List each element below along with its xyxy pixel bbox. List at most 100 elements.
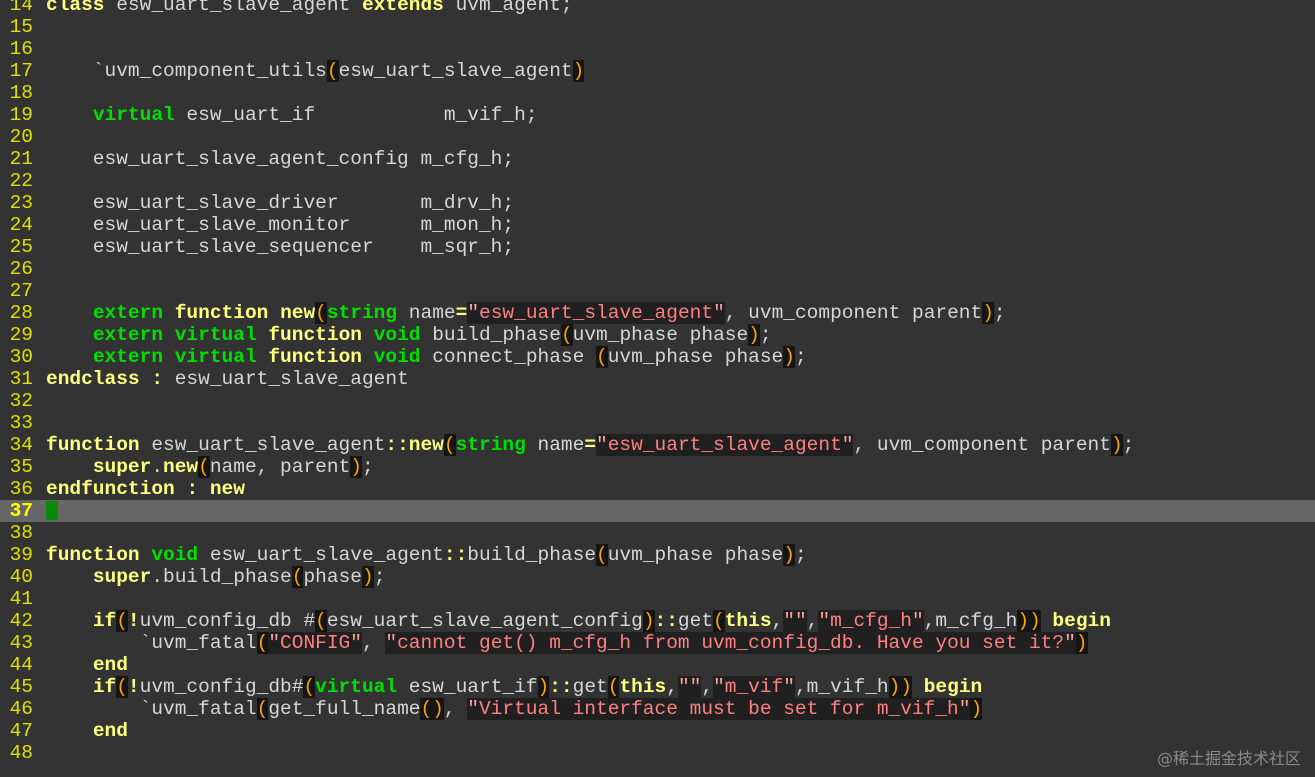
paren: )) [888, 676, 913, 698]
code-line[interactable]: 22 [0, 170, 1315, 192]
code-text: esw_uart_slave_agent_config [326, 610, 643, 632]
code-text: `uvm_fatal [46, 698, 257, 720]
code-line[interactable]: 14 class esw_uart_slave_agent extends uvm… [0, 0, 1315, 16]
code-line[interactable]: 29 extern virtual function void build_ph… [0, 324, 1315, 346]
code-line[interactable]: 40 super.build_phase(phase); [0, 566, 1315, 588]
code-text: uvm_config_db# [139, 676, 304, 698]
keyword: this [724, 610, 772, 632]
paren: ) [572, 60, 585, 82]
code-text: name [525, 434, 585, 456]
code-text: ; [794, 544, 807, 566]
code-line[interactable]: 17 `uvm_component_utils(esw_uart_slave_a… [0, 60, 1315, 82]
keyword: string [455, 434, 526, 456]
text-cursor [46, 501, 58, 521]
quote: " [596, 434, 608, 456]
line-number: 38 [9, 522, 33, 544]
keyword: virtual [174, 346, 257, 368]
code-line[interactable]: 44 end [0, 654, 1315, 676]
code-line[interactable]: 36 endfunction : new [0, 478, 1315, 500]
keyword: this [619, 676, 667, 698]
line-number: 22 [9, 170, 33, 192]
code-line[interactable]: 26 [0, 258, 1315, 280]
keyword: void [373, 346, 421, 368]
code-line[interactable]: 30 extern virtual function void connect_… [0, 346, 1315, 368]
code-line[interactable]: 41 [0, 588, 1315, 610]
paren: ( [116, 610, 128, 632]
keyword: super [92, 566, 152, 588]
code-line[interactable]: 35 super.new(name, parent); [0, 456, 1315, 478]
keyword: if [92, 610, 117, 632]
keyword: function [46, 544, 140, 566]
line-number: 26 [9, 258, 33, 280]
paren: ( [326, 60, 339, 82]
code-line[interactable]: 24 esw_uart_slave_monitor m_mon_h; [0, 214, 1315, 236]
code-text: name, parent [209, 456, 351, 478]
code-text: ; [759, 324, 772, 346]
code-line[interactable]: 27 [0, 280, 1315, 302]
quote: " [958, 698, 971, 720]
keyword: function [46, 434, 140, 456]
line-number: 17 [9, 60, 33, 82]
line-number: 48 [9, 742, 33, 764]
code-line[interactable]: 19 virtual esw_uart_if m_vif_h; [0, 104, 1315, 126]
string-literal: m_cfg_h [830, 610, 912, 632]
code-line[interactable]: 47 end [0, 720, 1315, 742]
code-text: esw_uart_slave_agent [338, 60, 573, 82]
paren: ( [713, 610, 725, 632]
code-line[interactable]: 23 esw_uart_slave_driver m_drv_h; [0, 192, 1315, 214]
code-line[interactable]: 33 [0, 412, 1315, 434]
string-literal: CONFIG [280, 632, 351, 654]
code-line[interactable]: 45 if(!uvm_config_db#(virtual esw_uart_i… [0, 676, 1315, 698]
quote: " [713, 302, 725, 324]
quote: " [467, 698, 479, 720]
code-text: name [397, 302, 456, 324]
operator: = [584, 434, 597, 456]
paren: ) [783, 346, 795, 368]
paren: )) [1017, 610, 1041, 632]
code-line[interactable]: 25 esw_uart_slave_sequencer m_sqr_h; [0, 236, 1315, 258]
code-text: . [151, 456, 164, 478]
operator: : [186, 478, 199, 500]
code-text: esw_uart_slave_agent [163, 368, 409, 390]
line-number: 44 [9, 654, 33, 676]
string-literal: m_vif [724, 676, 784, 698]
paren: ( [315, 610, 327, 632]
operator: :: [654, 610, 678, 632]
code-line[interactable]: 16 [0, 38, 1315, 60]
code-line[interactable]: 32 [0, 390, 1315, 412]
code-line[interactable]: 38 [0, 522, 1315, 544]
keyword: begin [923, 676, 983, 698]
code-text: build_phase [420, 324, 561, 346]
code-line[interactable]: 15 [0, 16, 1315, 38]
line-number: 45 [9, 676, 33, 698]
code-line[interactable]: 18 [0, 82, 1315, 104]
code-line[interactable]: 46 `uvm_fatal(get_full_name(), "Virtual … [0, 698, 1315, 720]
line-number: 39 [9, 544, 33, 566]
code-line[interactable]: 42 if(!uvm_config_db #(esw_uart_slave_ag… [0, 610, 1315, 632]
code-line[interactable]: 43 `uvm_fatal("CONFIG", "cannot get() m_… [0, 632, 1315, 654]
paren: ) [361, 566, 374, 588]
code-line[interactable]: 34 function esw_uart_slave_agent::new(str… [0, 434, 1315, 456]
code-line[interactable]: 48 [0, 742, 1315, 764]
code-line[interactable]: 31 endclass : esw_uart_slave_agent [0, 368, 1315, 390]
keyword: void [373, 324, 421, 346]
code-line[interactable]: 21 esw_uart_slave_agent_config m_cfg_h; [0, 148, 1315, 170]
code-text: uvm_phase phase [572, 324, 749, 346]
code-text: get_full_name [268, 698, 421, 720]
paren: ( [560, 324, 573, 346]
keyword: virtual [92, 104, 175, 126]
code-text: , [701, 676, 714, 698]
code-editor[interactable]: 14 class esw_uart_slave_agent extends uvm… [0, 0, 1315, 764]
keyword: new [209, 478, 245, 500]
code-line[interactable]: 28 extern function new(string name="esw_… [0, 302, 1315, 324]
code-line[interactable]: 39 function void esw_uart_slave_agent::bu… [0, 544, 1315, 566]
line-number: 41 [9, 588, 33, 610]
code-line-current[interactable]: 37 [0, 500, 1315, 522]
string-literal: cannot get() m_cfg_h from uvm_config_db.… [397, 632, 1065, 654]
code-line[interactable]: 20 [0, 126, 1315, 148]
